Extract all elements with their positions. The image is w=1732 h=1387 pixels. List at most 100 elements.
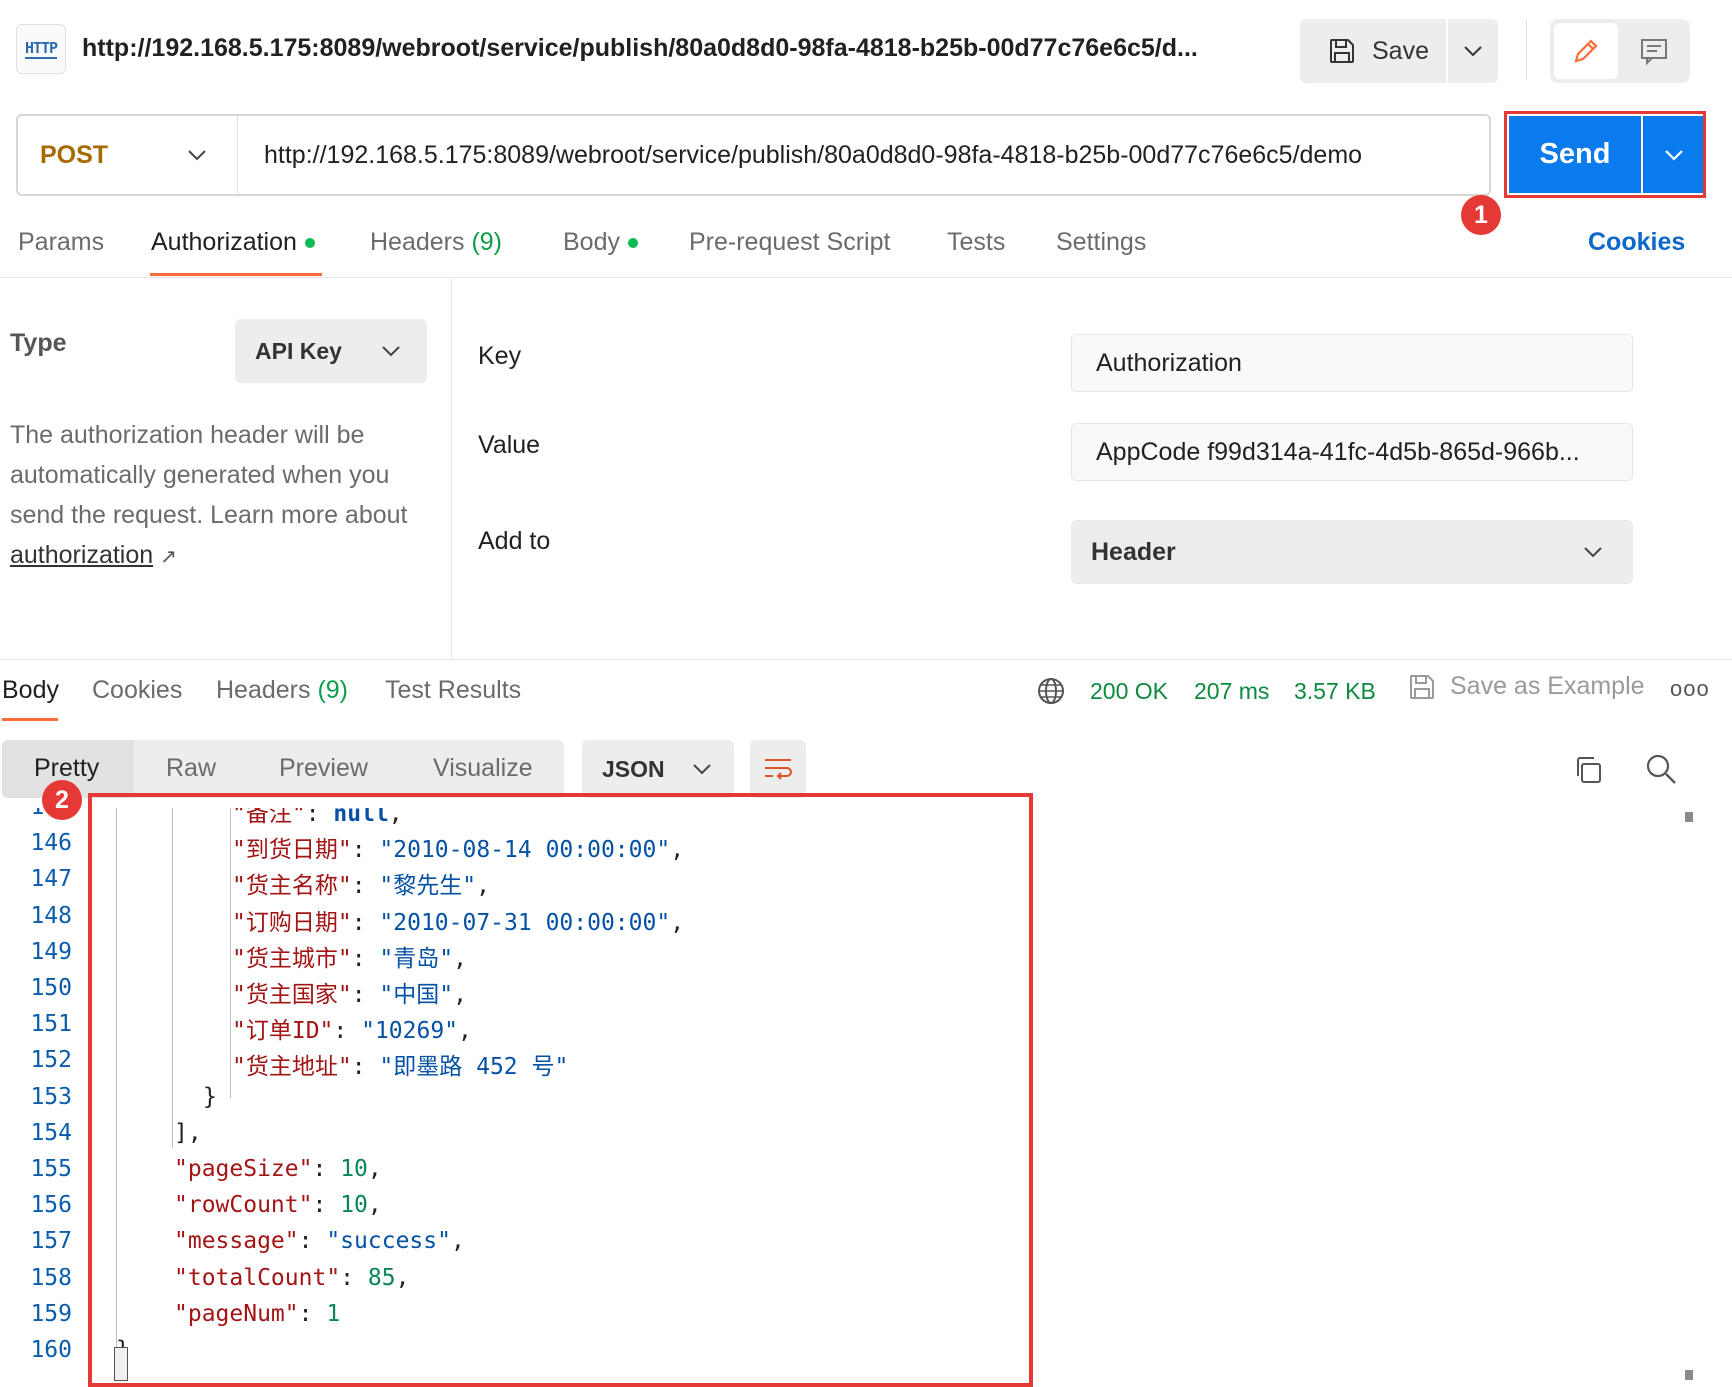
wrap-lines-button[interactable]: [750, 740, 806, 798]
response-size[interactable]: 3.57 KB: [1294, 678, 1376, 705]
search-icon[interactable]: [1644, 752, 1678, 786]
globe-icon[interactable]: [1036, 676, 1066, 706]
line-number: 156: [30, 1192, 72, 1219]
line-number: 158: [30, 1264, 72, 1291]
value-label: Value: [478, 431, 541, 459]
cookies-link[interactable]: Cookies: [1588, 228, 1685, 257]
tab-headers-label: Headers: [370, 228, 465, 256]
format-pretty[interactable]: Pretty: [34, 754, 99, 783]
edit-mode-button[interactable]: [1554, 23, 1618, 79]
send-button[interactable]: Send: [1509, 116, 1641, 193]
resp-tab-headers-count: (9): [317, 676, 349, 704]
tab-settings[interactable]: Settings: [1056, 228, 1146, 257]
add-to-select[interactable]: Header: [1071, 520, 1633, 584]
tab-authorization[interactable]: Authorization: [151, 228, 315, 257]
request-title[interactable]: http://192.168.5.175:8089/webroot/servic…: [82, 34, 1262, 63]
active-tab-indicator: [2, 718, 58, 721]
line-number: 151: [30, 1011, 72, 1038]
pencil-icon: [1574, 39, 1598, 63]
add-to-label: Add to: [478, 527, 551, 555]
language-select[interactable]: JSON: [582, 740, 734, 798]
save-options-button[interactable]: [1448, 19, 1498, 83]
scrollbar-bottom[interactable]: [1685, 1370, 1693, 1380]
response-time[interactable]: 207 ms: [1194, 678, 1269, 705]
resp-tab-headers-label: Headers: [216, 676, 311, 704]
tab-headers[interactable]: Headers (9): [370, 228, 502, 257]
chevron-down-icon: [693, 764, 711, 775]
line-number: 154: [30, 1119, 72, 1146]
external-link-icon: ↗: [160, 546, 177, 568]
send-highlight-box: Send: [1504, 111, 1706, 198]
status-dot: [627, 238, 638, 249]
documentation-mode-button[interactable]: [1622, 23, 1686, 79]
comment-icon: [1641, 39, 1667, 66]
line-number: 157: [30, 1228, 72, 1255]
line-number: 155: [30, 1156, 72, 1182]
chevron-down-icon: [1664, 149, 1683, 161]
status-dot: [304, 238, 315, 249]
url-input[interactable]: http://192.168.5.175:8089/webroot/servic…: [238, 141, 1362, 170]
save-as-example-label: Save as Example: [1450, 672, 1645, 700]
resp-tab-test-results[interactable]: Test Results: [385, 676, 521, 705]
line-number: 147: [30, 866, 72, 893]
format-raw[interactable]: Raw: [166, 754, 216, 783]
status-code[interactable]: 200 OK: [1090, 678, 1168, 705]
more-options-icon[interactable]: ooo: [1670, 676, 1710, 702]
active-tab-indicator: [150, 273, 322, 276]
key-label: Key: [478, 342, 522, 370]
authorization-link[interactable]: authorization: [10, 541, 153, 569]
chevron-down-icon: [1464, 46, 1482, 57]
line-number: 152: [30, 1047, 72, 1074]
wrap-lines-icon: [765, 759, 792, 780]
line-number: 149: [30, 938, 72, 965]
line-number: 159: [30, 1300, 72, 1327]
add-to-value: Header: [1091, 537, 1176, 566]
value-input[interactable]: AppCode f99d314a-41fc-4d5b-865d-966b...: [1071, 423, 1633, 481]
send-options-button[interactable]: [1643, 116, 1703, 193]
toolbar-divider: [1526, 20, 1527, 80]
tab-headers-count: (9): [471, 228, 503, 256]
tab-params[interactable]: Params: [18, 228, 104, 257]
auth-type-select[interactable]: API Key: [235, 319, 427, 383]
http-request-icon: HTTP: [16, 24, 66, 74]
chevron-down-icon: [188, 150, 206, 161]
line-number: 146: [30, 830, 72, 857]
chevron-down-icon: [382, 346, 400, 357]
save-group: Save: [1300, 19, 1498, 83]
annotation-badge-2: 2: [42, 780, 82, 820]
line-number: 148: [30, 902, 72, 929]
resp-tab-cookies[interactable]: Cookies: [92, 676, 182, 705]
copy-icon[interactable]: [1572, 754, 1604, 786]
save-button[interactable]: Save: [1300, 19, 1446, 83]
resp-tab-headers[interactable]: Headers (9): [216, 676, 348, 705]
format-preview[interactable]: Preview: [279, 754, 368, 783]
code-highlight-box: [88, 793, 1033, 1387]
language-value: JSON: [602, 755, 665, 782]
line-number: 160: [30, 1337, 72, 1363]
auth-type-value: API Key: [255, 337, 342, 364]
title-bar: HTTP http://192.168.5.175:8089/webroot/s…: [0, 0, 1732, 100]
scrollbar-top[interactable]: [1685, 812, 1693, 822]
key-input[interactable]: Authorization: [1071, 334, 1633, 392]
auth-description-text: The authorization header will be automat…: [10, 421, 408, 529]
body-format-tabs: Pretty Raw Preview Visualize: [2, 740, 564, 798]
method-select[interactable]: POST: [18, 116, 238, 194]
line-number: 153: [30, 1083, 72, 1110]
tab-pre-request-script[interactable]: Pre-request Script: [689, 228, 890, 257]
response-tabs: Body Cookies Headers (9) Test Results 20…: [0, 660, 1732, 722]
save-icon: [1330, 39, 1354, 63]
tab-authorization-label: Authorization: [151, 228, 297, 256]
format-visualize[interactable]: Visualize: [433, 754, 533, 783]
chevron-down-icon: [1584, 547, 1602, 558]
tab-body[interactable]: Body: [563, 228, 638, 257]
tab-tests[interactable]: Tests: [947, 228, 1005, 257]
save-icon: [1410, 674, 1434, 699]
tab-body-label: Body: [563, 228, 620, 256]
view-mode-toggle: [1550, 19, 1690, 83]
auth-type-panel: Type API Key The authorization header wi…: [0, 279, 452, 659]
auth-description: The authorization header will be automat…: [10, 415, 440, 577]
resp-tab-body[interactable]: Body: [2, 676, 59, 705]
line-number: 150: [30, 975, 72, 1001]
type-label: Type: [10, 329, 67, 357]
save-as-example-button[interactable]: Save as Example: [1408, 672, 1645, 701]
